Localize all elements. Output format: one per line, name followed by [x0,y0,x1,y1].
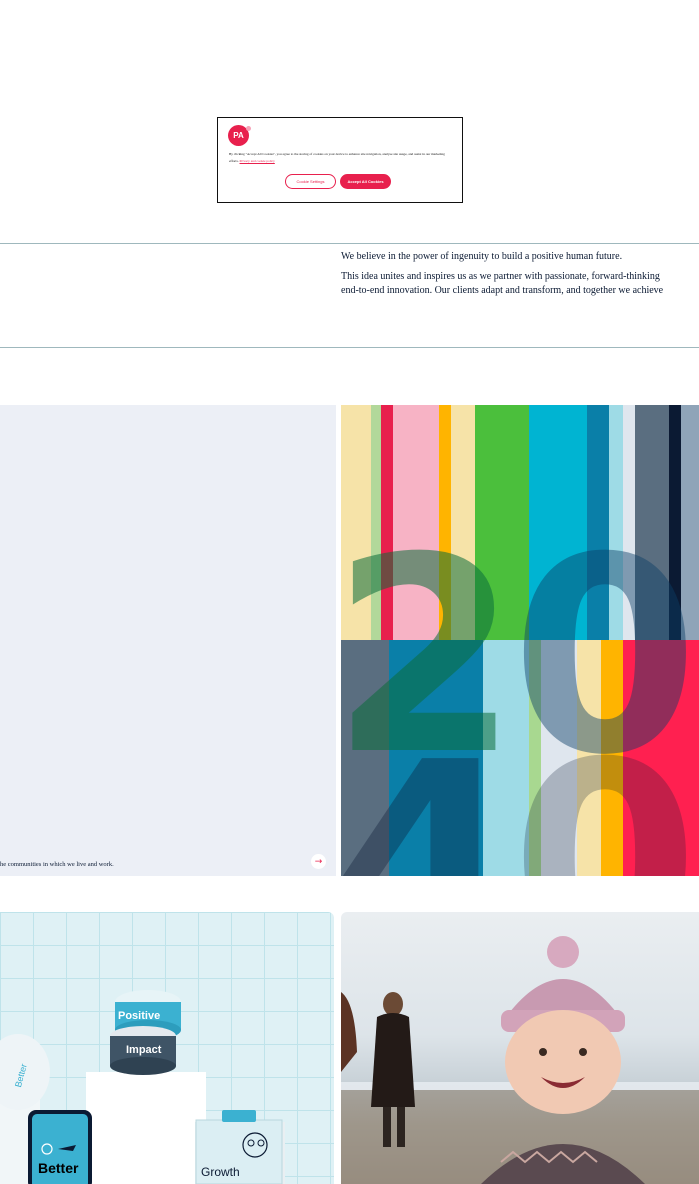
feature-card-caption: he communities in which we live and work… [0,861,114,868]
accept-all-cookies-button[interactable]: Accept All Cookies [340,174,391,189]
intro-line-3: end-to-end innovation. Our clients adapt… [341,285,664,296]
privacy-policy-link[interactable]: Privacy and cookie policy [240,159,275,163]
beach-photo [341,936,699,1184]
stripe-graphic-card[interactable]: 2 0 4 0 [341,405,699,876]
intro-line-1: We believe in the power of ingenuity to … [341,251,623,262]
intro-line-2: This idea unites and inspires us as we p… [341,271,660,282]
product-card[interactable]: Positive Impact Better Better Growth [0,912,334,1184]
product-illustration: Positive Impact Better Better Growth [0,990,285,1184]
phone: Better [28,1110,92,1184]
partial-figure [341,992,357,1072]
growth-box: Growth [195,1110,283,1184]
pedestal [86,1072,206,1184]
digit-0-bottom: 0 [511,704,699,876]
logo-dot [246,126,251,131]
box-label: Growth [201,1165,240,1179]
year-digits-bottom: 4 0 [341,704,699,876]
cookie-banner: PA By clicking "Accept All Cookies", you… [217,117,463,203]
jar-label-impact: Impact [126,1044,162,1056]
cookie-message: By clicking "Accept All Cookies", you ag… [229,151,455,165]
photo-card[interactable] [341,912,699,1184]
digit-4: 4 [341,704,519,876]
arrow-right-icon[interactable]: → [311,854,326,869]
cookie-settings-button[interactable]: Cookie Settings [285,174,336,189]
feature-card[interactable]: he communities in which we live and work… [0,405,336,876]
divider-bottom [0,347,699,348]
jar-label-positive: Positive [118,1010,160,1022]
stripe-graphic: 2 0 4 0 [341,405,699,876]
phone-label: Better [38,1160,79,1176]
impact-jar: Impact [110,1026,176,1075]
intro-text: We believe in the power of ingenuity to … [341,250,699,298]
divider-top [0,243,699,244]
